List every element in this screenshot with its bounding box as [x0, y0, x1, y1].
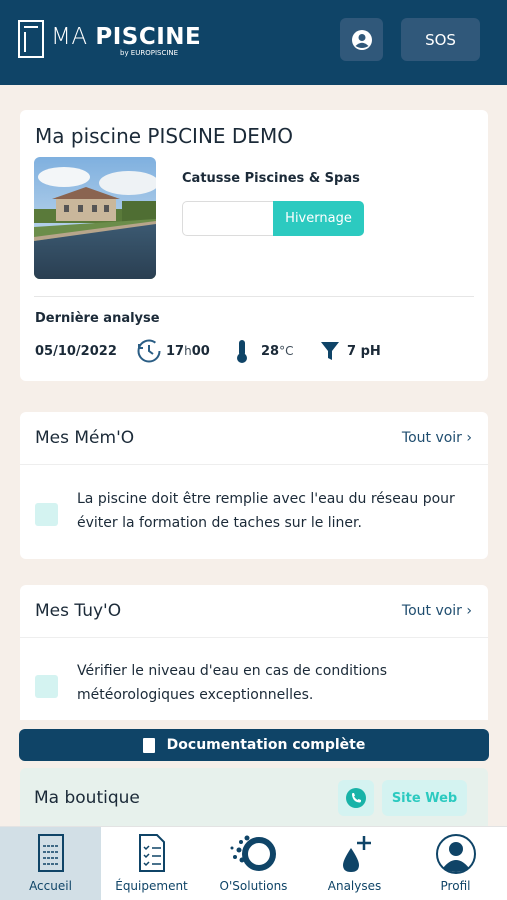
tab-profil-label: Profil: [440, 879, 471, 893]
pool-card: Ma piscine PISCINE DEMO Catusse Piscines…: [20, 110, 488, 381]
pool-photo[interactable]: [34, 157, 156, 279]
divider: [34, 296, 474, 297]
account-button[interactable]: [340, 18, 383, 61]
tab-accueil[interactable]: Accueil: [0, 827, 101, 900]
logo-mark: [18, 20, 44, 58]
analysis-time-separator: h: [184, 344, 192, 358]
last-analysis-label: Dernière analyse: [35, 311, 160, 326]
tuyo-card: Mes Tuy'O Tout voir › Vérifier le niveau…: [20, 585, 488, 720]
tab-accueil-label: Accueil: [29, 879, 72, 893]
user-circle-icon: [351, 29, 372, 50]
tab-osolutions[interactable]: O'Solutions: [203, 827, 304, 900]
analysis-time-minutes: 00: [191, 343, 210, 359]
logo-text: MA PISCINE: [51, 24, 201, 50]
pool-photo-image: [34, 157, 156, 279]
tuyo-title: Mes Tuy'O: [35, 601, 122, 621]
tab-analyses[interactable]: Analyses: [304, 827, 405, 900]
analysis-date-value: 05/10/2022: [35, 343, 117, 359]
winter-mode-field[interactable]: Hivernage: [182, 201, 364, 236]
tab-equipement[interactable]: Équipement: [101, 827, 202, 900]
winter-mode-button[interactable]: Hivernage: [273, 201, 364, 236]
water-drop-plus-icon: [342, 836, 371, 872]
checklist-icon: [138, 834, 165, 872]
temperature-unit: °C: [279, 344, 294, 358]
memo-card: Mes Mém'O Tout voir › La piscine doit êt…: [20, 412, 488, 559]
whatsapp-button[interactable]: [338, 780, 374, 816]
divider: [20, 464, 488, 465]
document-icon: [142, 737, 155, 753]
thermometer-icon: [237, 340, 247, 363]
tab-profil[interactable]: Profil: [405, 827, 506, 900]
logo-text-main: MA: [51, 24, 96, 50]
documentation-button-label: Documentation complète: [166, 737, 366, 753]
tuyo-see-all-link[interactable]: Tout voir ›: [402, 603, 472, 619]
tab-osolutions-label: O'Solutions: [219, 879, 288, 893]
memo-item-text: La piscine doit être remplie avec l'eau …: [77, 491, 455, 531]
profile-icon: [435, 834, 476, 874]
ma-piscine-logo: MA PISCINE by EUROPISCINE: [18, 20, 208, 60]
bottom-tab-bar: Accueil Équipement O'Solutions Analyses …: [0, 826, 507, 900]
clock-icon: [137, 339, 161, 363]
memo-checkbox[interactable]: [35, 503, 58, 526]
whatsapp-icon: [346, 788, 366, 808]
bubble-ring-icon: [230, 835, 276, 871]
ph-value: 7 pH: [347, 343, 381, 359]
logo-text-bold: PISCINE: [95, 24, 202, 50]
pool-title: Ma piscine PISCINE DEMO: [35, 124, 293, 148]
dealer-name: Catusse Piscines & Spas: [182, 171, 360, 186]
shop-title: Ma boutique: [34, 788, 140, 808]
logo-subtitle: by EUROPISCINE: [120, 49, 179, 57]
memo-title: Mes Mém'O: [35, 428, 135, 448]
pool-ladder-icon: [37, 834, 64, 872]
temperature-value: 28: [261, 343, 280, 359]
analysis-ph: 7 pH: [320, 337, 381, 365]
sos-button[interactable]: SOS: [401, 18, 480, 61]
shop-card: Ma boutique Site Web: [20, 768, 488, 828]
analysis-time: 17 h 00: [136, 337, 210, 365]
analysis-date: 05/10/2022: [35, 337, 117, 365]
tuyo-checkbox[interactable]: [35, 675, 58, 698]
app-header: MA PISCINE by EUROPISCINE SOS: [0, 0, 507, 85]
tab-analyses-label: Analyses: [327, 879, 382, 893]
analysis-temperature: 28 °C: [233, 337, 293, 365]
funnel-icon: [321, 342, 339, 360]
analysis-time-hours: 17: [166, 343, 185, 359]
documentation-button[interactable]: Documentation complète: [19, 729, 489, 761]
site-web-button[interactable]: Site Web: [382, 780, 467, 816]
tuyo-item-text: Vérifier le niveau d'eau en cas de condi…: [77, 663, 388, 703]
memo-see-all-link[interactable]: Tout voir ›: [402, 430, 472, 446]
divider: [20, 637, 488, 638]
tab-equipement-label: Équipement: [115, 879, 188, 893]
